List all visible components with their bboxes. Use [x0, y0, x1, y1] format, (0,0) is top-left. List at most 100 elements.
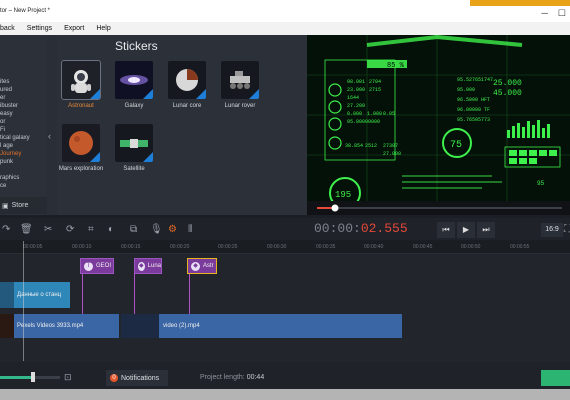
category-item[interactable]: ibuster — [0, 103, 18, 109]
settings-gear-icon[interactable]: ⚙ — [168, 224, 177, 235]
title-accent-stripe — [470, 0, 570, 6]
minimize-icon[interactable]: ─ — [542, 8, 548, 19]
category-item[interactable]: ites — [0, 79, 9, 85]
video-preview[interactable]: 85 % 98.001 2704 25.000 45.000 95.527651… — [307, 35, 570, 201]
sticker-tile-galaxy[interactable] — [115, 61, 153, 99]
clip-label: video (2).mp4 — [163, 323, 200, 329]
store-icon: ▣ — [2, 202, 9, 210]
category-item[interactable]: easy — [0, 111, 13, 117]
skip-back-button[interactable]: ⏮ — [437, 222, 455, 238]
preview-readout: 95.76505773 — [457, 117, 490, 123]
sticker-label: Satellite — [123, 166, 145, 172]
zoom-slider-knob[interactable] — [31, 372, 35, 382]
project-length-value: 00:44 — [246, 374, 265, 381]
sticker-tile-mars[interactable] — [62, 124, 100, 162]
category-item[interactable]: ce — [0, 183, 6, 189]
menu-bar: back Settings Export Help — [0, 22, 570, 35]
category-item[interactable]: tical galaxy — [0, 135, 30, 141]
preview-readout: 0.000 — [347, 111, 362, 117]
sticker-label: Lunar rover — [224, 103, 256, 109]
menu-help[interactable]: Help — [96, 25, 110, 32]
category-item[interactable]: er — [0, 95, 5, 101]
category-item[interactable]: l age — [0, 143, 13, 149]
category-item[interactable]: Fi — [0, 127, 5, 133]
category-item[interactable]: punk — [0, 159, 13, 165]
skip-forward-button[interactable]: ⏭ — [477, 222, 495, 238]
ruler-tick: 00:00:45 — [413, 244, 433, 250]
cut-icon[interactable]: ✂ — [44, 224, 52, 235]
equalizer-icon[interactable]: ⦀ — [188, 224, 192, 235]
sticker-tile-satellite[interactable] — [115, 124, 153, 162]
clip-connector — [134, 274, 135, 314]
category-item[interactable]: raphics — [0, 175, 19, 181]
preview-readout: 95 — [537, 180, 545, 187]
panel-title: Stickers — [115, 39, 158, 53]
title-clip[interactable]: Данные о станц — [0, 282, 70, 308]
microphone-icon[interactable]: 🎙 — [150, 224, 163, 235]
preview-readout: 25.000 — [493, 79, 522, 88]
preview-readout: 23.000 — [347, 87, 365, 93]
menu-settings[interactable]: Settings — [27, 25, 52, 32]
redo-icon[interactable]: ↷ — [2, 224, 10, 235]
preview-readout: 0.05 — [383, 111, 395, 117]
crop-icon[interactable]: ⌗ — [88, 224, 94, 235]
transition-icon[interactable]: ⧉ — [130, 224, 137, 235]
video-clip[interactable]: video (2).mp4 — [121, 314, 402, 338]
status-bar — [0, 362, 570, 389]
sticker-clip-title[interactable]: T GEOI — [80, 258, 114, 274]
sticker-label: Galaxy — [124, 103, 144, 109]
sticker-label: Lunar core — [172, 103, 202, 109]
sticker-tile-lunar-core[interactable] — [168, 61, 206, 99]
sticker-clip-luna[interactable]: ◆ Luna — [134, 258, 162, 274]
video-clip[interactable]: Pexels Videos 3933.mp4 — [0, 314, 119, 338]
preview-scrubber[interactable] — [307, 201, 570, 215]
clip-thumbnail — [0, 314, 14, 338]
store-label: Store — [11, 202, 29, 209]
preview-readout: 85 % — [387, 62, 405, 70]
scrubber-knob[interactable] — [331, 204, 339, 212]
skip-forward-icon: ⏭ — [482, 225, 490, 234]
aspect-ratio-button[interactable]: 16:9 — [541, 223, 563, 237]
preview-readout: 27307 — [383, 143, 398, 149]
category-item[interactable]: ured — [0, 87, 12, 93]
clip-thumbnail — [0, 282, 14, 308]
sticker-tile-lunar-rover[interactable] — [221, 61, 259, 99]
preview-readout: 95.527651747 — [457, 77, 493, 83]
play-button[interactable]: ▶ — [457, 222, 475, 238]
window-footer — [0, 389, 570, 400]
clip-label: GEOI — [96, 263, 112, 269]
preview-readout: 95.000 — [457, 87, 475, 93]
window-title: tor – New Project * — [0, 8, 51, 14]
chevron-left-icon: ‹ — [48, 131, 51, 141]
clip-connector — [189, 274, 190, 314]
store-button[interactable]: ▣ Store — [0, 197, 47, 214]
ruler-tick: 00:00:40 — [364, 244, 384, 250]
sticker-label: Astronaut — [68, 103, 94, 109]
sticker-clip-astronaut[interactable]: ◆ Astr — [187, 258, 217, 274]
fullscreen-icon[interactable]: ⛶ — [564, 224, 570, 235]
preview-readout: 1644 — [347, 95, 359, 101]
maximize-icon[interactable]: ☐ — [558, 8, 566, 19]
rotate-icon[interactable]: ⟳ — [66, 224, 74, 235]
ruler-tick: 00:00:35 — [316, 244, 336, 250]
color-adjust-icon[interactable]: ◐ — [108, 224, 114, 235]
clip-label: Luna — [147, 263, 161, 269]
delete-icon[interactable]: 🗑 — [20, 224, 33, 235]
category-item-selected[interactable]: Journey — [0, 151, 21, 157]
menu-export[interactable]: Export — [64, 25, 84, 32]
preview-readout: 2512 — [365, 143, 377, 149]
ruler-tick: 00:00:10 — [72, 244, 92, 250]
export-button[interactable] — [541, 370, 570, 386]
notifications-count: 0 — [110, 374, 118, 382]
timecode-main: 00:00: — [314, 221, 361, 236]
category-item[interactable]: or — [0, 119, 5, 125]
ruler-tick: 00:00:15 — [121, 244, 141, 250]
preview-readout: 27.200 — [347, 103, 365, 109]
playhead[interactable] — [23, 241, 24, 361]
collapse-panel-handle[interactable]: ‹ — [47, 35, 57, 215]
menu-playback[interactable]: back — [0, 25, 15, 32]
notifications-button[interactable]: 0 Notifications — [106, 370, 168, 386]
zoom-slider-fill — [0, 376, 33, 379]
zoom-fit-icon[interactable]: ⊡ — [64, 372, 72, 383]
sticker-tile-astronaut[interactable] — [61, 60, 101, 100]
